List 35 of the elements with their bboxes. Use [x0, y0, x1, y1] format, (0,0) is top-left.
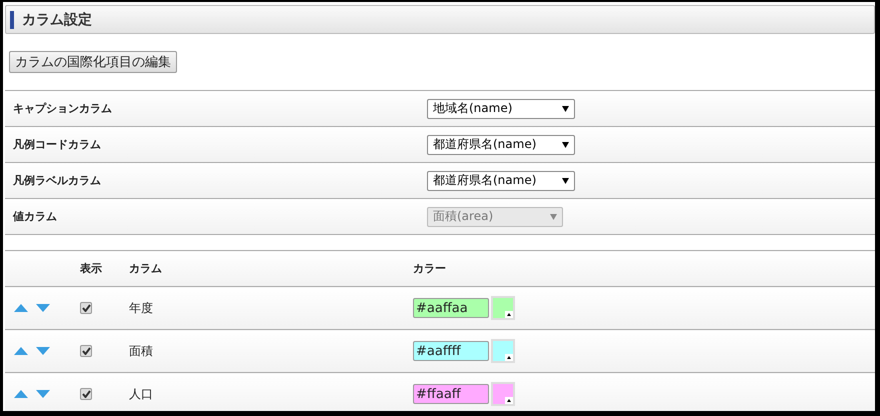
move-up-icon[interactable] [14, 347, 28, 355]
column-select[interactable]: 都道府県名(name) [427, 134, 575, 154]
color-swatch[interactable] [491, 382, 515, 406]
column-header: カラー [412, 250, 875, 286]
caret-icon [550, 214, 557, 220]
caret-icon [562, 178, 569, 184]
header-accent-bar [10, 10, 14, 28]
color-swatch[interactable] [491, 339, 515, 363]
column-header: カラム [128, 250, 412, 286]
move-down-icon[interactable] [36, 390, 50, 398]
visible-checkbox[interactable] [80, 345, 92, 357]
column-name: 人口 [129, 386, 153, 400]
setting-label: 凡例コードカラム [12, 137, 102, 152]
setting-label: 値カラム [12, 209, 58, 224]
setting-label: キャプションカラム [12, 101, 113, 116]
column-select[interactable]: 都道府県名(name) [427, 170, 575, 190]
caret-icon [562, 142, 569, 148]
column-name: 年度 [129, 300, 153, 314]
color-field[interactable]: #aaffaa [413, 298, 489, 318]
edit-i18n-button[interactable]: カラムの国際化項目の編集 [9, 51, 177, 73]
color-field[interactable]: #ffaaff [413, 384, 489, 404]
caret-icon [562, 106, 569, 112]
move-down-icon[interactable] [36, 347, 50, 355]
color-swatch[interactable] [491, 296, 515, 320]
column-name: 面積 [129, 344, 153, 358]
move-up-icon[interactable] [14, 390, 28, 398]
panel-title: カラム設定 [22, 10, 92, 28]
move-down-icon[interactable] [36, 304, 50, 312]
setting-label: 凡例ラベルカラム [12, 173, 102, 188]
color-field[interactable]: #aaffff [413, 341, 489, 361]
visible-checkbox[interactable] [80, 388, 92, 400]
column-select[interactable]: 地域名(name) [427, 98, 575, 118]
move-up-icon[interactable] [14, 304, 28, 312]
column-header: 表示 [79, 250, 128, 286]
visible-checkbox[interactable] [80, 302, 92, 314]
